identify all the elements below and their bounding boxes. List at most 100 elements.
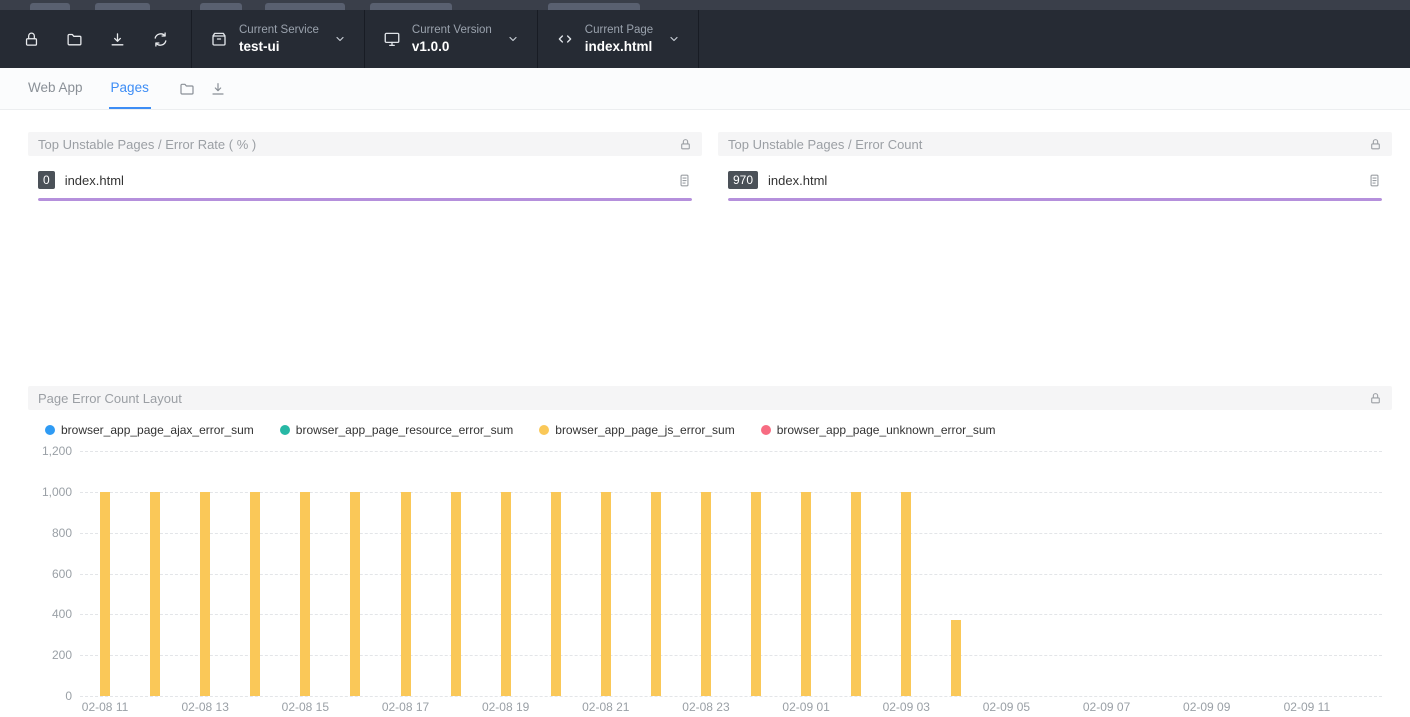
- lock-icon: [23, 31, 40, 48]
- chart-bar[interactable]: [601, 492, 611, 696]
- chart-plot: [80, 451, 1382, 696]
- y-tick-label: 1,200: [42, 444, 72, 458]
- chart-x-axis: 02-08 1102-08 1302-08 1502-08 1702-08 19…: [80, 698, 1382, 713]
- list-item[interactable]: 0 index.html: [38, 171, 692, 189]
- y-tick-label: 600: [52, 567, 72, 581]
- copy-icon[interactable]: [677, 173, 692, 188]
- chart-bar[interactable]: [150, 492, 160, 696]
- version-label: Current Version: [412, 24, 492, 37]
- gridline: [80, 492, 1382, 493]
- lock-icon[interactable]: [1369, 392, 1382, 405]
- lock-icon[interactable]: [679, 138, 692, 151]
- page-label: Current Page: [585, 24, 653, 37]
- x-tick-label: 02-09 01: [782, 700, 829, 714]
- cropped-button[interactable]: [548, 3, 640, 10]
- panel-title: Top Unstable Pages / Error Rate ( % ): [38, 137, 256, 152]
- chart-bar[interactable]: [801, 492, 811, 696]
- x-tick-label: 02-08 15: [282, 700, 329, 714]
- gridline: [80, 614, 1382, 615]
- legend-dot-icon: [761, 425, 771, 435]
- progress-track: [728, 198, 1382, 201]
- legend-label: browser_app_page_ajax_error_sum: [61, 423, 254, 437]
- panel-header: Top Unstable Pages / Error Count: [718, 132, 1392, 156]
- version-text: Current Version v1.0.0: [412, 24, 492, 55]
- x-tick-label: 02-09 05: [983, 700, 1030, 714]
- x-tick-label: 02-09 07: [1083, 700, 1130, 714]
- folder-icon: [179, 81, 195, 97]
- chart-bar[interactable]: [751, 492, 761, 696]
- legend-dot-icon: [539, 425, 549, 435]
- chart-bar[interactable]: [901, 492, 911, 696]
- sync-icon: [152, 31, 169, 48]
- panel-header: Page Error Count Layout: [28, 386, 1392, 410]
- progress-bar: [38, 198, 692, 201]
- y-tick-label: 1,000: [42, 485, 72, 499]
- service-label: Current Service: [239, 24, 319, 37]
- progress-track: [38, 198, 692, 201]
- progress-bar: [728, 198, 1382, 201]
- cropped-button[interactable]: [95, 3, 150, 10]
- page-text: Current Page index.html: [585, 24, 653, 55]
- lock-icon[interactable]: [1369, 138, 1382, 151]
- cropped-button[interactable]: [30, 3, 70, 10]
- panel-error-count: Top Unstable Pages / Error Count 970 ind…: [718, 132, 1392, 201]
- current-page-dropdown[interactable]: Current Page index.html: [537, 10, 699, 68]
- page-name: index.html: [65, 173, 667, 188]
- chart-bar[interactable]: [250, 492, 260, 696]
- chart-bar[interactable]: [300, 492, 310, 696]
- current-version-dropdown[interactable]: Current Version v1.0.0: [364, 10, 537, 68]
- folder-button[interactable]: [179, 81, 195, 97]
- lock-button[interactable]: [14, 22, 48, 56]
- chart-bar[interactable]: [200, 492, 210, 696]
- chart-bar[interactable]: [701, 492, 711, 696]
- download-button[interactable]: [100, 22, 134, 56]
- chart-bar[interactable]: [100, 492, 110, 696]
- chevron-down-icon: [668, 33, 680, 45]
- chevron-down-icon: [507, 33, 519, 45]
- legend-label: browser_app_page_js_error_sum: [555, 423, 734, 437]
- x-tick-label: 02-09 11: [1284, 700, 1330, 714]
- legend-item[interactable]: browser_app_page_js_error_sum: [539, 423, 734, 437]
- gridline: [80, 574, 1382, 575]
- chart-bar[interactable]: [501, 492, 511, 696]
- legend-item[interactable]: browser_app_page_ajax_error_sum: [45, 423, 254, 437]
- copy-icon[interactable]: [1367, 173, 1382, 188]
- value-badge: 970: [728, 171, 758, 189]
- chart-bar[interactable]: [851, 492, 861, 696]
- chart-bar[interactable]: [951, 620, 961, 696]
- panel-title: Page Error Count Layout: [38, 391, 182, 406]
- tab-web-app[interactable]: Web App: [26, 68, 85, 109]
- cropped-button[interactable]: [200, 3, 242, 10]
- cropped-button[interactable]: [370, 3, 452, 10]
- panel-title: Top Unstable Pages / Error Count: [728, 137, 922, 152]
- service-box-icon: [210, 30, 228, 48]
- version-value: v1.0.0: [412, 39, 492, 55]
- error-count-chart: 02004006008001,0001,200 02-08 1102-08 13…: [28, 443, 1392, 713]
- x-tick-label: 02-08 21: [582, 700, 629, 714]
- x-tick-label: 02-08 23: [682, 700, 729, 714]
- refresh-button[interactable]: [143, 22, 177, 56]
- y-tick-label: 0: [65, 689, 72, 703]
- folder-button[interactable]: [57, 22, 91, 56]
- tab-bar-icons: [179, 68, 226, 109]
- chart-bar[interactable]: [401, 492, 411, 696]
- list-item[interactable]: 970 index.html: [728, 171, 1382, 189]
- cropped-button[interactable]: [265, 3, 345, 10]
- legend-item[interactable]: browser_app_page_resource_error_sum: [280, 423, 513, 437]
- tab-pages[interactable]: Pages: [109, 68, 151, 109]
- chart-bar[interactable]: [451, 492, 461, 696]
- panel-header: Top Unstable Pages / Error Rate ( % ): [28, 132, 702, 156]
- chart-y-axis: 02004006008001,0001,200: [28, 451, 72, 696]
- panel-error-rate: Top Unstable Pages / Error Rate ( % ) 0 …: [28, 132, 702, 201]
- x-tick-label: 02-08 19: [482, 700, 529, 714]
- chart-bar[interactable]: [350, 492, 360, 696]
- legend-item[interactable]: browser_app_page_unknown_error_sum: [761, 423, 996, 437]
- chart-bar[interactable]: [551, 492, 561, 696]
- current-service-dropdown[interactable]: Current Service test-ui: [191, 10, 364, 68]
- monitor-icon: [383, 30, 401, 48]
- code-icon: [556, 30, 574, 48]
- download-button[interactable]: [210, 81, 226, 97]
- folder-icon: [66, 31, 83, 48]
- chart-bar[interactable]: [651, 492, 661, 696]
- legend-label: browser_app_page_resource_error_sum: [296, 423, 513, 437]
